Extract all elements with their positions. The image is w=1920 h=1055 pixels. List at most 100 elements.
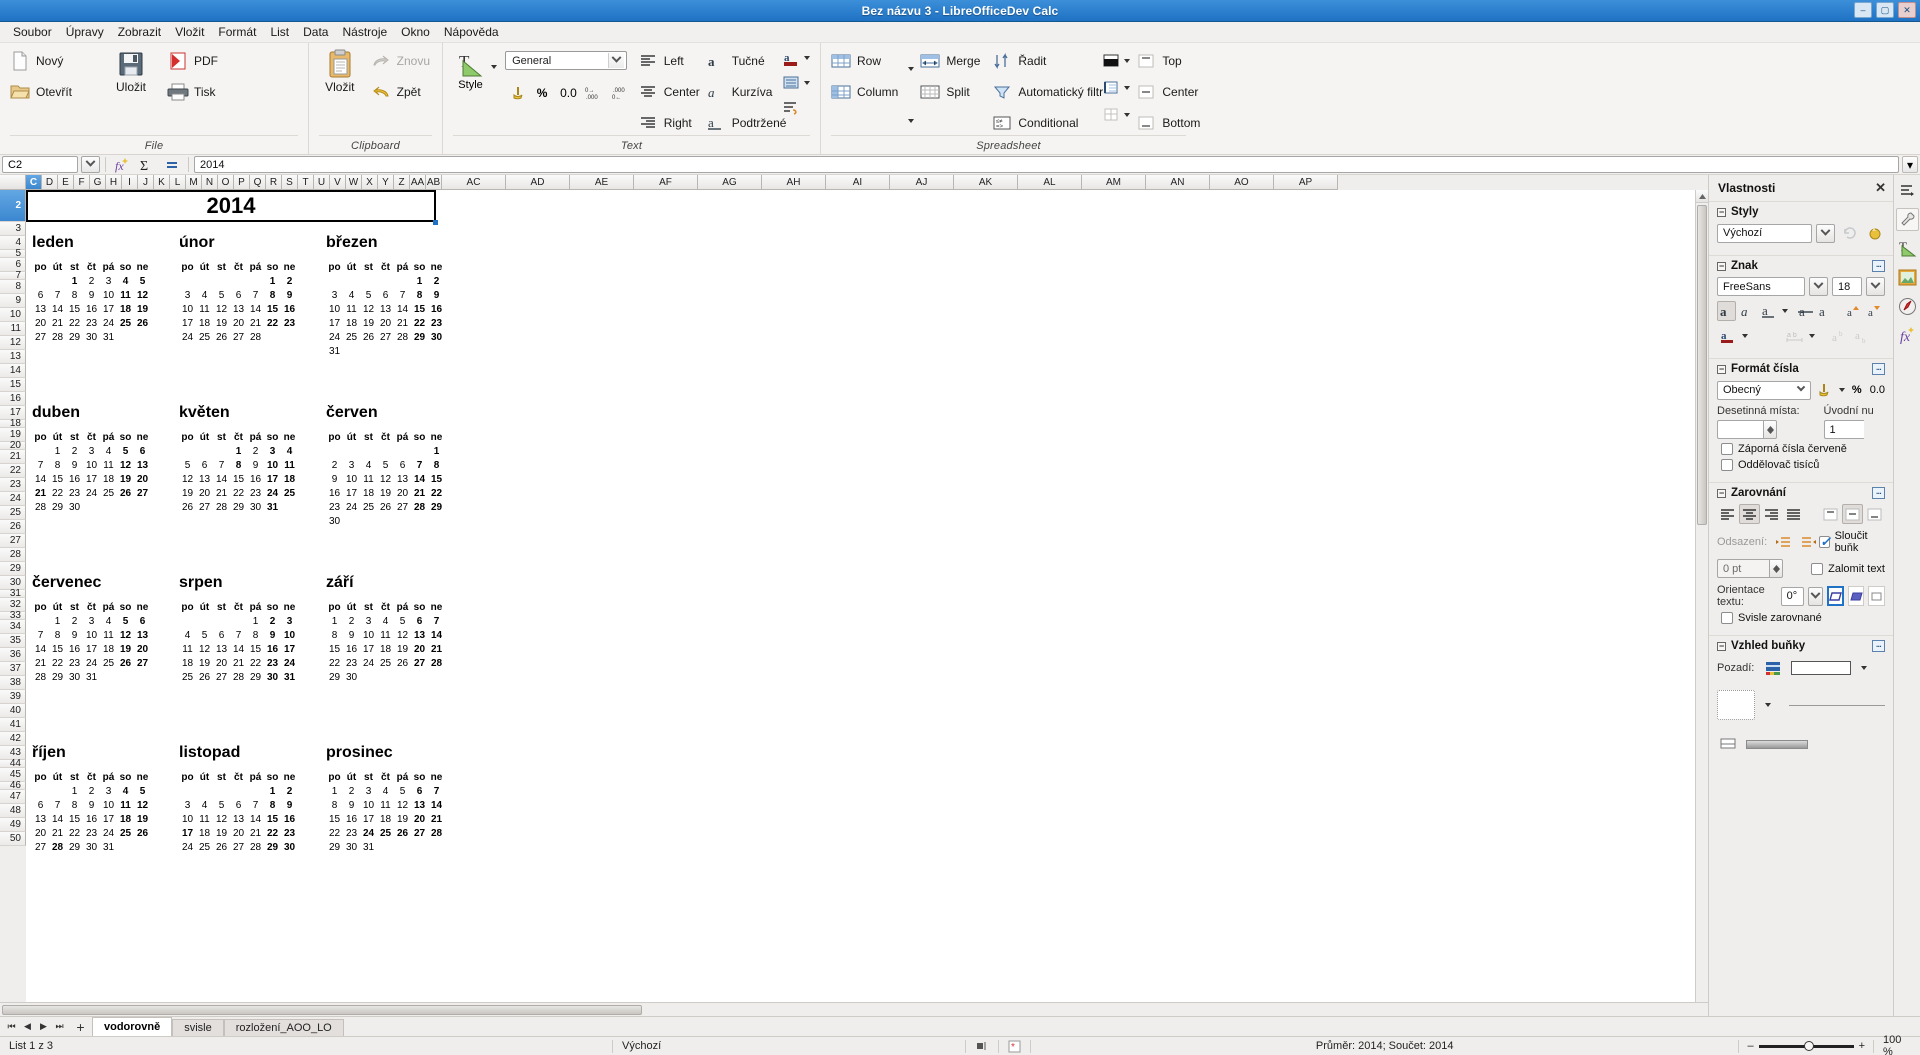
day-cell[interactable]: 16	[247, 472, 264, 486]
add-sheet-button[interactable]: +	[73, 1018, 88, 1035]
day-cell[interactable]: 2	[264, 614, 281, 628]
document-modified-icon[interactable]: *	[999, 1037, 1030, 1055]
background-color-icon[interactable]	[1762, 658, 1783, 678]
day-cell[interactable]: 10	[83, 628, 100, 642]
day-cell[interactable]: 7	[230, 628, 247, 642]
day-cell[interactable]: 2	[343, 614, 360, 628]
column-header-g[interactable]: G	[90, 175, 106, 190]
day-cell[interactable]: 1	[264, 784, 281, 798]
day-cell[interactable]: 19	[213, 826, 230, 840]
day-cell[interactable]: 20	[32, 316, 49, 330]
align-center-button[interactable]: Center	[634, 78, 700, 106]
day-cell[interactable]: 19	[394, 812, 411, 826]
day-cell[interactable]: 4	[117, 784, 134, 798]
day-cell[interactable]: 26	[117, 486, 134, 500]
day-cell[interactable]: 10	[100, 288, 117, 302]
day-cell[interactable]: 29	[264, 840, 281, 854]
day-cell[interactable]: 17	[100, 302, 117, 316]
day-cell[interactable]: 9	[66, 628, 83, 642]
day-cell[interactable]: 24	[179, 840, 196, 854]
day-cell[interactable]: 3	[83, 614, 100, 628]
name-box[interactable]: C2	[2, 156, 78, 173]
day-cell[interactable]: 27	[230, 840, 247, 854]
day-cell[interactable]: 16	[343, 642, 360, 656]
first-sheet-button[interactable]: ⏮	[4, 1018, 19, 1035]
row-header-5[interactable]: 5	[0, 248, 26, 259]
percent-format-button[interactable]: %	[1852, 384, 1862, 396]
day-cell[interactable]: 25	[343, 330, 360, 344]
day-cell[interactable]: 16	[281, 812, 298, 826]
day-cell[interactable]: 24	[360, 826, 377, 840]
day-cell[interactable]: 2	[428, 274, 445, 288]
day-cell[interactable]: 28	[32, 500, 49, 514]
day-cell[interactable]: 30	[281, 840, 298, 854]
menu-soubor[interactable]: Soubor	[6, 23, 59, 41]
subscript-icon[interactable]: ab	[1852, 326, 1873, 346]
day-cell[interactable]: 13	[230, 302, 247, 316]
column-button[interactable]: Column	[827, 78, 904, 106]
day-cell[interactable]: 9	[343, 628, 360, 642]
day-cell[interactable]: 19	[196, 656, 213, 670]
grid-cells[interactable]: 2014 leden po út st čt pá so ne 1 2 3 4 5 6 7 8 9 10 11 12 1…	[26, 190, 1695, 1002]
day-cell[interactable]: 25	[100, 486, 117, 500]
day-cell[interactable]: 19	[134, 812, 151, 826]
day-cell[interactable]: 7	[49, 798, 66, 812]
day-cell[interactable]: 3	[179, 798, 196, 812]
day-cell[interactable]: 13	[32, 812, 49, 826]
day-cell[interactable]: 5	[134, 784, 151, 798]
day-cell[interactable]: 19	[179, 486, 196, 500]
column-header-z[interactable]: Z	[394, 175, 410, 190]
day-cell[interactable]: 21	[32, 486, 49, 500]
expand-formula-bar-icon[interactable]: ▾	[1902, 156, 1918, 173]
day-cell[interactable]: 6	[32, 798, 49, 812]
day-cell[interactable]: 31	[264, 500, 281, 514]
day-cell[interactable]: 4	[281, 444, 298, 458]
sum-icon[interactable]: Σ	[136, 156, 158, 174]
font-color-icon[interactable]: a	[780, 47, 802, 69]
day-cell[interactable]: 11	[117, 798, 134, 812]
day-cell[interactable]: 14	[49, 302, 66, 316]
currency-icon[interactable]	[509, 84, 527, 102]
formula-equals-icon[interactable]	[161, 156, 183, 174]
decimal-places-stepper[interactable]	[1717, 420, 1800, 439]
column-header-c[interactable]: C	[26, 175, 42, 190]
day-cell[interactable]: 23	[326, 500, 343, 514]
new-button[interactable]: Nový	[6, 47, 98, 75]
day-cell[interactable]: 27	[196, 500, 213, 514]
day-cell[interactable]: 22	[49, 656, 66, 670]
day-cell[interactable]: 22	[326, 656, 343, 670]
day-cell[interactable]: 1	[49, 444, 66, 458]
day-cell[interactable]: 20	[196, 486, 213, 500]
day-cell[interactable]: 13	[394, 472, 411, 486]
day-cell[interactable]: 8	[411, 288, 428, 302]
row-header-12[interactable]: 12	[0, 336, 26, 350]
day-cell[interactable]: 13	[213, 642, 230, 656]
day-cell[interactable]: 18	[196, 316, 213, 330]
indent-stepper[interactable]: 0 pt	[1717, 559, 1783, 578]
day-cell[interactable]: 5	[213, 798, 230, 812]
day-cell[interactable]: 22	[264, 316, 281, 330]
zoom-level[interactable]: 100 %	[1874, 1034, 1920, 1055]
day-cell[interactable]: 15	[66, 812, 83, 826]
day-cell[interactable]: 18	[100, 642, 117, 656]
day-cell[interactable]: 7	[32, 458, 49, 472]
menu-list[interactable]: List	[263, 23, 296, 41]
day-cell[interactable]: 28	[213, 500, 230, 514]
day-cell[interactable]: 8	[264, 288, 281, 302]
day-cell[interactable]: 27	[134, 486, 151, 500]
number-format-button[interactable]: 0.0	[1870, 384, 1885, 396]
day-cell[interactable]: 31	[360, 840, 377, 854]
column-header-ao[interactable]: AO	[1210, 175, 1274, 190]
day-cell[interactable]: 10	[281, 628, 298, 642]
highlight-color-icon[interactable]	[780, 72, 802, 94]
day-cell[interactable]: 22	[230, 486, 247, 500]
day-cell[interactable]: 17	[100, 812, 117, 826]
day-cell[interactable]: 1	[411, 274, 428, 288]
day-cell[interactable]: 6	[230, 798, 247, 812]
row-header-14[interactable]: 14	[0, 364, 26, 378]
day-cell[interactable]: 19	[213, 316, 230, 330]
row-header-3[interactable]: 3	[0, 222, 26, 236]
day-cell[interactable]: 14	[49, 812, 66, 826]
sidebar-close-icon[interactable]: ✕	[1875, 180, 1886, 196]
day-cell[interactable]: 29	[49, 500, 66, 514]
